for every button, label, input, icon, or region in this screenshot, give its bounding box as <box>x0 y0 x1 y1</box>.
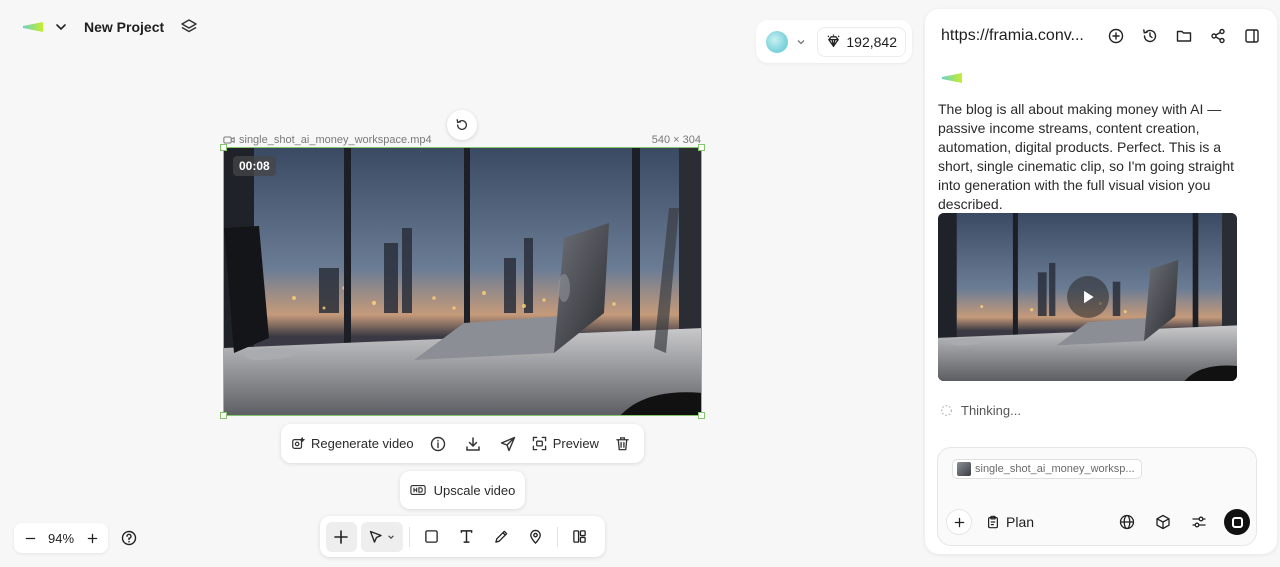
credits-button[interactable]: 192,842 <box>817 26 906 57</box>
assistant-message: The blog is all about making money with … <box>938 101 1235 212</box>
web-search-button[interactable] <box>1116 511 1138 533</box>
sidebar-icon <box>1245 29 1259 43</box>
history-button[interactable] <box>1139 25 1161 47</box>
share-button[interactable] <box>1207 25 1229 47</box>
video-canvas-element[interactable] <box>223 147 702 416</box>
delete-button[interactable] <box>612 433 634 455</box>
download-icon <box>465 436 480 451</box>
credits-count: 192,842 <box>846 33 897 50</box>
avatar <box>766 30 788 53</box>
help-button[interactable] <box>117 526 141 550</box>
add-tool-button[interactable] <box>326 521 357 552</box>
video-file-label: single_shot_ai_money_workspace.mp4 540 ×… <box>223 133 701 147</box>
plus-icon <box>87 533 97 543</box>
download-button[interactable] <box>462 433 484 455</box>
zoom-in-button[interactable] <box>84 527 100 549</box>
pencil-icon <box>494 530 507 543</box>
account-bar: 192,842 <box>756 20 912 63</box>
chevron-down-icon <box>388 534 395 539</box>
chat-composer[interactable]: single_shot_ai_money_worksp... Plan <box>937 447 1257 546</box>
panel-url[interactable]: https://framia.conv... <box>941 27 1089 45</box>
upscale-video-button[interactable]: Upscale video <box>400 471 525 509</box>
video-scene <box>224 148 701 415</box>
assistant-logo-icon <box>941 72 963 84</box>
square-icon <box>425 530 438 543</box>
trash-icon <box>616 437 630 451</box>
sliders-icon <box>1192 516 1206 528</box>
chat-panel: https://framia.conv... The blog is all a… <box>925 9 1277 554</box>
new-chat-button[interactable] <box>1105 25 1127 47</box>
folder-icon <box>1176 30 1192 42</box>
video-file-name: single_shot_ai_money_workspace.mp4 <box>239 134 432 146</box>
send-button[interactable] <box>497 433 519 455</box>
preview-button[interactable]: Preview <box>532 436 599 451</box>
thinking-status: Thinking... <box>940 403 1021 418</box>
video-timestamp: 00:08 <box>233 156 276 176</box>
plus-icon <box>334 529 349 544</box>
settings-button[interactable] <box>1188 511 1210 533</box>
help-icon <box>121 530 137 546</box>
history-icon <box>1143 29 1157 43</box>
play-icon <box>1084 290 1094 304</box>
layers-icon[interactable] <box>178 16 200 38</box>
plus-icon <box>954 517 964 527</box>
cube-icon <box>1156 514 1170 530</box>
send-icon <box>500 436 515 451</box>
location-pin-icon <box>530 529 542 544</box>
text-icon <box>460 530 473 543</box>
project-title[interactable]: New Project <box>84 19 164 35</box>
select-tool-button[interactable] <box>360 521 404 552</box>
app-logo-icon[interactable] <box>22 21 44 33</box>
folder-button[interactable] <box>1173 25 1195 47</box>
video-dimensions: 540 × 304 <box>651 134 701 146</box>
preview-icon <box>532 436 546 451</box>
resize-handle-tr[interactable] <box>698 144 705 151</box>
pen-tool-button[interactable] <box>486 522 517 552</box>
rectangle-tool-button[interactable] <box>416 522 447 552</box>
layout-tool-button[interactable] <box>564 522 595 552</box>
play-button[interactable] <box>1067 276 1109 318</box>
model-button[interactable] <box>1152 511 1174 533</box>
attachment-thumbnail <box>957 462 971 476</box>
zoom-out-button[interactable] <box>22 527 38 549</box>
canvas-toolbar <box>320 516 605 557</box>
chevron-down-icon[interactable] <box>50 16 72 38</box>
video-action-bar: Regenerate video Preview <box>281 424 644 463</box>
plus-circle-icon <box>1108 28 1124 44</box>
resize-handle-br[interactable] <box>698 412 705 419</box>
stop-icon <box>1231 516 1243 528</box>
clipboard-icon <box>988 515 998 529</box>
account-switcher[interactable] <box>766 30 806 53</box>
spinner-icon <box>940 404 953 417</box>
zoom-level[interactable]: 94% <box>48 531 74 546</box>
attachment-chip[interactable]: single_shot_ai_money_worksp... <box>952 459 1142 479</box>
regenerate-video-button[interactable]: Regenerate video <box>291 436 414 451</box>
plan-button[interactable]: Plan <box>986 514 1034 530</box>
add-attachment-button[interactable] <box>946 509 972 535</box>
info-button[interactable] <box>427 433 449 455</box>
video-thumbnail[interactable] <box>938 213 1237 381</box>
stop-generation-button[interactable] <box>1224 509 1250 535</box>
share-icon <box>1211 28 1225 44</box>
cursor-icon <box>370 530 383 543</box>
project-header: New Project <box>22 16 200 38</box>
layout-icon <box>573 530 586 543</box>
panel-header: https://framia.conv... <box>941 24 1263 48</box>
regenerate-icon <box>292 436 305 449</box>
chevron-down-icon <box>797 39 805 44</box>
globe-icon <box>1119 514 1135 530</box>
info-icon <box>430 436 445 451</box>
resize-handle-bl[interactable] <box>220 412 227 419</box>
refresh-icon <box>456 119 468 131</box>
text-tool-button[interactable] <box>451 522 482 552</box>
zoom-control: 94% <box>14 523 108 553</box>
toggle-panel-button[interactable] <box>1241 25 1263 47</box>
resize-handle-tl[interactable] <box>220 144 227 151</box>
hd-icon <box>409 484 426 496</box>
gem-icon <box>827 34 840 47</box>
minus-icon <box>25 537 35 539</box>
pin-tool-button[interactable] <box>521 522 552 552</box>
